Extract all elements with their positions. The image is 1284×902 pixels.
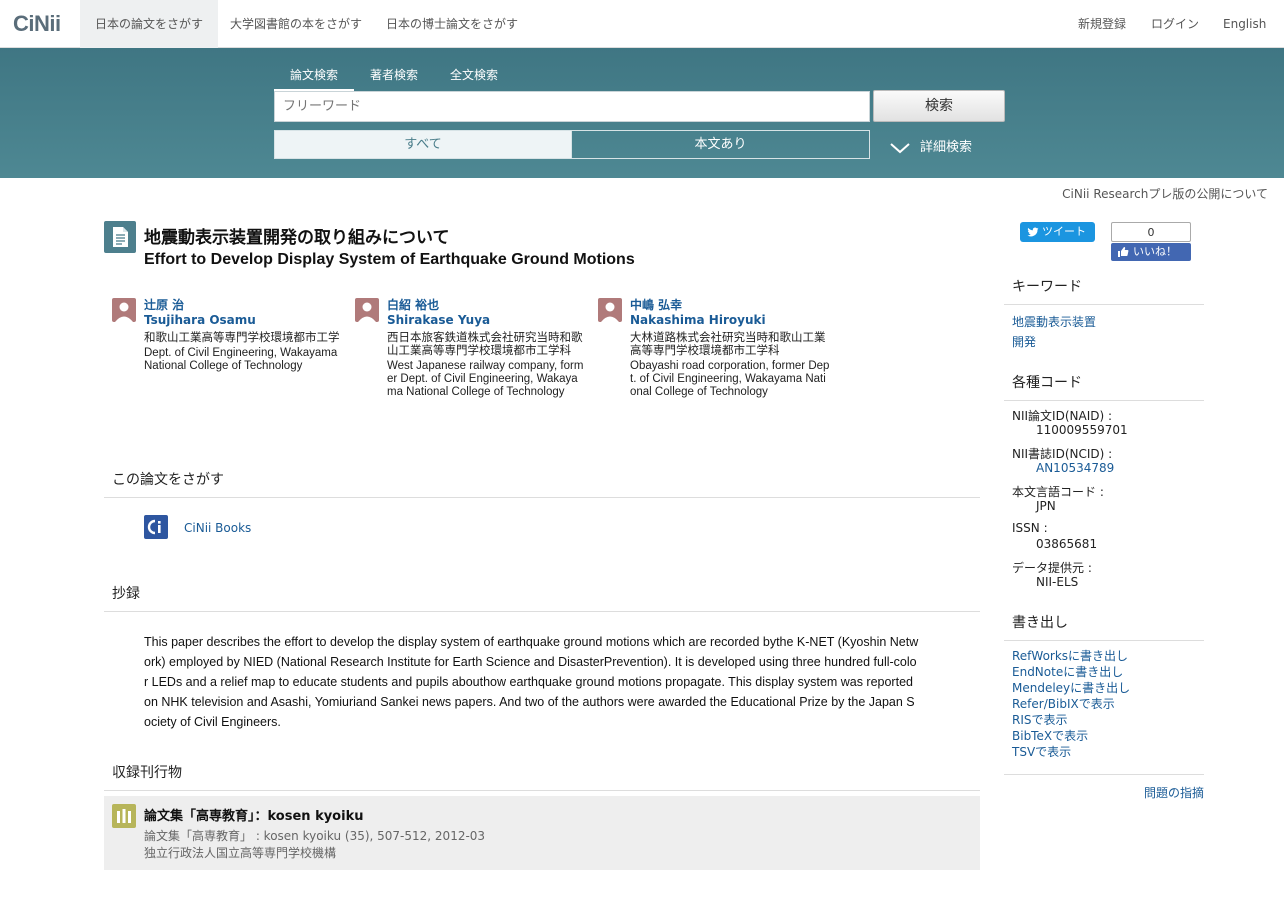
- filter-all[interactable]: すべて: [274, 130, 572, 159]
- author-affiliation-ja: 大林道路株式会社研究当時和歌山工業高等専門学校環境都市工学科: [630, 332, 826, 357]
- author-avatar-icon: [355, 298, 379, 322]
- tab-article-search[interactable]: 論文検索: [274, 66, 355, 91]
- keywords-heading: キーワード: [1004, 276, 1204, 305]
- abstract-heading: 抄録: [104, 583, 980, 612]
- sidebar-divider: [1004, 774, 1204, 775]
- cinii-books-link[interactable]: CiNii Books: [184, 521, 251, 535]
- advanced-search-toggle[interactable]: 詳細検索: [890, 136, 972, 155]
- abstract-text: This paper describes the effort to devel…: [144, 635, 919, 729]
- export-heading: 書き出し: [1004, 612, 1204, 641]
- code-key-ncid: NII書誌ID(NCID) :: [1012, 447, 1113, 461]
- author-affiliation-en: Dept. of Civil Engineering, Wakayama Nat…: [144, 347, 338, 372]
- english-link[interactable]: English: [1223, 0, 1266, 48]
- search-panel: 論文検索 著者検索 全文検索 検索 すべて 本文あり 詳細検索: [0, 48, 1284, 178]
- author-name-en[interactable]: Tsujihara Osamu: [144, 313, 344, 328]
- document-icon: [104, 221, 136, 253]
- author-name-ja[interactable]: 中嶋 弘幸: [630, 298, 830, 313]
- export-refworks-link[interactable]: RefWorksに書き出し: [1012, 647, 1128, 664]
- code-key-issn: ISSN :: [1012, 521, 1048, 535]
- code-value-naid: 110009559701: [1036, 423, 1128, 437]
- nav-tab-dissertations[interactable]: 日本の博士論文をさがす: [371, 0, 533, 48]
- register-link[interactable]: 新規登録: [1078, 0, 1126, 48]
- publication-heading: 収録刊行物: [104, 762, 980, 791]
- keyword-link[interactable]: 開発: [1012, 333, 1036, 350]
- article-title-en: Effort to Develop Display System of Eart…: [144, 251, 635, 268]
- tab-fulltext-search[interactable]: 全文検索: [434, 66, 514, 89]
- top-navigation: CiNii 日本の論文をさがす 大学図書館の本をさがす 日本の博士論文をさがす …: [0, 0, 1284, 48]
- publication-citation: 論文集「高専教育」 : kosen kyoiku (35), 507-512, …: [144, 829, 486, 843]
- export-tsv-link[interactable]: TSVで表示: [1012, 743, 1071, 760]
- nav-tab-articles[interactable]: 日本の論文をさがす: [80, 0, 219, 48]
- author-name-ja[interactable]: 白紹 裕也: [387, 298, 587, 313]
- author-affiliation-ja: 西日本旅客鉄道株式会社研究当時和歌山工業高等専門学校環境都市工学科: [387, 332, 583, 357]
- export-endnote-link[interactable]: EndNoteに書き出し: [1012, 663, 1123, 680]
- publication-publisher: 独立行政法人国立高等専門学校機構: [144, 846, 337, 860]
- author-affiliation-en: West Japanese railway company, former De…: [387, 360, 584, 398]
- advanced-search-label: 詳細検索: [920, 140, 973, 155]
- author-avatar-icon: [598, 298, 622, 322]
- facebook-like-widget[interactable]: 0 いいね！: [1111, 222, 1191, 262]
- thumbs-up-icon: [1118, 247, 1129, 257]
- article-title-ja: 地震動表示装置開発の取り組みについて: [144, 228, 450, 248]
- code-value-issn: 03865681: [1036, 537, 1098, 551]
- keyword-link[interactable]: 地震動表示装置: [1012, 313, 1096, 330]
- filter-fulltext[interactable]: 本文あり: [571, 130, 870, 159]
- author-name-ja[interactable]: 辻原 治: [144, 298, 344, 313]
- cinii-research-notice-link[interactable]: CiNii Researchプレ版の公開について: [1062, 185, 1268, 202]
- nav-tab-books[interactable]: 大学図書館の本をさがす: [215, 0, 377, 48]
- export-mendeley-link[interactable]: Mendeleyに書き出し: [1012, 679, 1130, 696]
- export-ris-link[interactable]: RISで表示: [1012, 711, 1068, 728]
- author-avatar-icon: [112, 298, 136, 322]
- code-value-language: JPN: [1036, 499, 1056, 513]
- author-name-en[interactable]: Shirakase Yuya: [387, 313, 587, 328]
- author-name-en[interactable]: Nakashima Hiroyuki: [630, 313, 830, 328]
- cinii-books-icon[interactable]: [144, 515, 168, 539]
- journal-icon: [112, 804, 136, 828]
- author-card: 白紹 裕也 Shirakase Yuya 西日本旅客鉄道株式会社研究当時和歌山工…: [355, 298, 587, 399]
- tab-author-search[interactable]: 著者検索: [354, 66, 434, 89]
- author-affiliation-ja: 和歌山工業高等専門学校環境都市工学: [144, 332, 340, 344]
- like-count: 0: [1111, 222, 1191, 242]
- chevron-down-icon: [890, 142, 910, 153]
- code-key-provider: データ提供元 :: [1012, 561, 1092, 575]
- cinii-logo[interactable]: CiNii: [13, 11, 61, 37]
- search-input[interactable]: [274, 91, 870, 122]
- author-affiliation-en: Obayashi road corporation, former Dept. …: [630, 360, 830, 398]
- author-card: 中嶋 弘幸 Nakashima Hiroyuki 大林道路株式会社研究当時和歌山…: [598, 298, 830, 399]
- search-button[interactable]: 検索: [873, 90, 1005, 122]
- code-value-ncid-link[interactable]: AN10534789: [1036, 461, 1114, 475]
- report-problem-link[interactable]: 問題の指摘: [1144, 784, 1204, 801]
- find-article-heading: この論文をさがす: [104, 469, 980, 498]
- login-link[interactable]: ログイン: [1151, 0, 1199, 48]
- publication-card: 論文集「高専教育」：kosen kyoiku 論文集「高専教育」 : kosen…: [104, 796, 980, 870]
- twitter-bird-icon: [1027, 227, 1039, 237]
- code-key-language: 本文言語コード :: [1012, 485, 1104, 499]
- like-label: いいね！: [1133, 245, 1177, 258]
- code-key-naid: NII論文ID(NAID) :: [1012, 409, 1113, 423]
- export-refer-link[interactable]: Refer/BibIXで表示: [1012, 695, 1115, 712]
- export-bibtex-link[interactable]: BibTeXで表示: [1012, 727, 1088, 744]
- codes-heading: 各種コード: [1004, 372, 1204, 401]
- like-button[interactable]: いいね！: [1111, 243, 1191, 261]
- publication-title[interactable]: 論文集「高専教育」：kosen kyoiku: [144, 805, 363, 824]
- tweet-button[interactable]: ツイート: [1020, 222, 1095, 242]
- code-value-provider: NII-ELS: [1036, 575, 1079, 589]
- author-card: 辻原 治 Tsujihara Osamu 和歌山工業高等専門学校環境都市工学 D…: [112, 298, 344, 373]
- tweet-label: ツイート: [1042, 225, 1086, 238]
